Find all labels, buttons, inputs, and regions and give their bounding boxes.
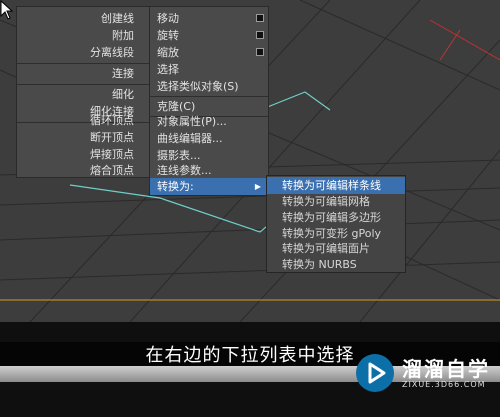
watermark-logo: 溜溜自学 ZIXUE.3D66.COM bbox=[354, 352, 494, 404]
submenu-item-editable-mesh[interactable]: 转换为可编辑网格 bbox=[267, 193, 405, 210]
menu-item-label: 旋转 bbox=[157, 29, 179, 42]
menu-item-weld-vertices[interactable]: 焊接顶点 bbox=[17, 146, 150, 163]
menu-item-detach-segment[interactable]: 分离线段 bbox=[17, 44, 150, 61]
menu-item-label: 移动 bbox=[157, 12, 179, 25]
quad-menu-right: 移动 旋转 缩放 选择 选择类似对象(S) 克隆(C) 对象属性(P)... 曲… bbox=[149, 6, 269, 196]
convert-to-submenu: 转换为可编辑样条线 转换为可编辑网格 转换为可编辑多边形 转换为可变形 gPol… bbox=[266, 175, 406, 273]
submenu-item-editable-poly[interactable]: 转换为可编辑多边形 bbox=[267, 209, 405, 226]
menu-item-connect[interactable]: 连接 bbox=[17, 65, 150, 82]
quad-menu-left: 创建线 附加 分离线段 连接 细化 细化连接 循环顶点 断开顶点 焊接顶点 熔合… bbox=[16, 6, 151, 178]
submenu-item-editable-patch[interactable]: 转换为可编辑面片 bbox=[267, 240, 405, 257]
menu-separator bbox=[17, 63, 150, 64]
axis-line-red bbox=[439, 29, 461, 61]
settings-box-icon[interactable] bbox=[256, 31, 264, 39]
menu-item-label: 缩放 bbox=[157, 46, 179, 59]
settings-box-icon[interactable] bbox=[256, 14, 264, 22]
axis-line-red bbox=[429, 19, 500, 61]
menu-separator bbox=[150, 96, 268, 97]
mouse-pointer-icon bbox=[0, 0, 14, 20]
menu-item-create-line[interactable]: 创建线 bbox=[17, 10, 150, 27]
watermark-name: 溜溜自学 bbox=[402, 357, 490, 381]
spline-segment-upper bbox=[264, 91, 331, 111]
menu-item-convert-to[interactable]: 转换为: ▶ bbox=[150, 178, 268, 195]
menu-item-break-vertices[interactable]: 断开顶点 bbox=[17, 129, 150, 146]
menu-item-cycle-vertices[interactable]: 循环顶点 bbox=[17, 112, 150, 129]
play-triangle-icon bbox=[368, 362, 386, 384]
watermark-url: ZIXUE.3D66.COM bbox=[402, 380, 486, 389]
menu-item-wire-parameters[interactable]: 连线参数... bbox=[150, 162, 268, 179]
submenu-item-editable-spline[interactable]: 转换为可编辑样条线 bbox=[267, 177, 405, 194]
menu-item-refine[interactable]: 细化 bbox=[17, 86, 150, 103]
settings-box-icon[interactable] bbox=[256, 48, 264, 56]
submenu-item-nurbs[interactable]: 转换为 NURBS bbox=[267, 256, 405, 273]
menu-item-move[interactable]: 移动 bbox=[150, 10, 268, 27]
menu-item-fuse-vertices[interactable]: 熔合顶点 bbox=[17, 162, 150, 179]
viewport-perspective[interactable]: 创建线 附加 分离线段 连接 细化 细化连接 循环顶点 断开顶点 焊接顶点 熔合… bbox=[0, 0, 500, 322]
menu-item-scale[interactable]: 缩放 bbox=[150, 44, 268, 61]
menu-item-select[interactable]: 选择 bbox=[150, 61, 268, 78]
menu-item-label: 转换为: bbox=[157, 180, 194, 193]
triangle-right-icon: ▶ bbox=[254, 182, 261, 191]
logo-circle bbox=[356, 354, 394, 392]
menu-separator bbox=[17, 84, 150, 85]
menu-item-attach[interactable]: 附加 bbox=[17, 27, 150, 44]
menu-item-curve-editor[interactable]: 曲线编辑器... bbox=[150, 130, 268, 147]
menu-item-rotate[interactable]: 旋转 bbox=[150, 27, 268, 44]
menu-item-select-similar[interactable]: 选择类似对象(S) bbox=[150, 78, 268, 95]
menu-item-object-properties[interactable]: 对象属性(P)... bbox=[150, 113, 268, 130]
